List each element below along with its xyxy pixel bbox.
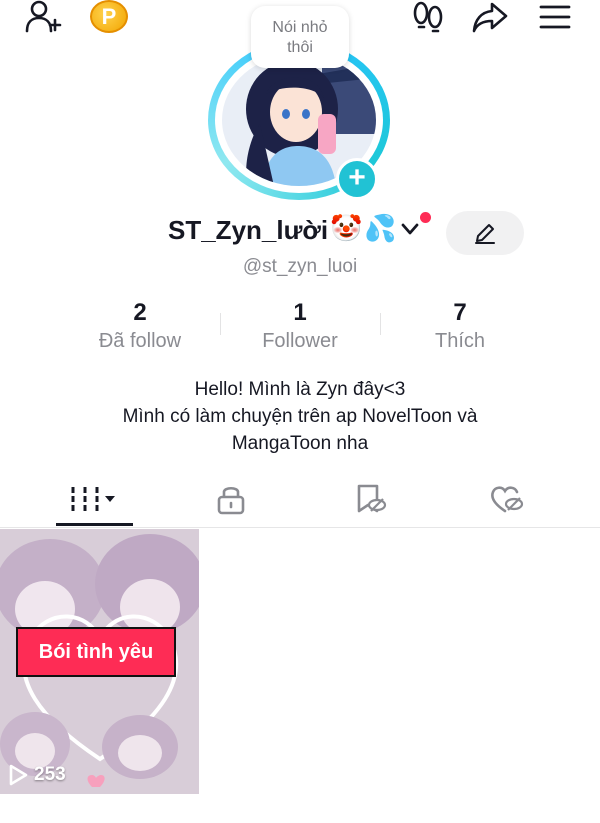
divider	[380, 313, 381, 335]
bookmark-hidden-icon	[357, 484, 387, 512]
stat-following-label: Đã follow	[98, 330, 182, 352]
bio-line-2: Mình có làm chuyện trên ap NovelToon và	[122, 406, 478, 427]
stat-followers-count: 1	[293, 299, 307, 326]
stat-likes-count: 7	[453, 299, 467, 326]
stat-following-count: 2	[133, 299, 147, 326]
note-line-1: Nói nhỏ	[272, 19, 328, 36]
stat-followers[interactable]: 1 Follower	[220, 298, 380, 358]
pencil-icon	[475, 224, 495, 244]
note-line-2: thôi	[287, 39, 313, 56]
add-story-button[interactable]: +	[336, 158, 378, 200]
tab-favorites[interactable]	[296, 470, 446, 527]
divider	[220, 313, 221, 335]
user-handle: @st_zyn_luoi	[242, 256, 358, 277]
stat-likes[interactable]: 7 Thích	[380, 298, 540, 358]
edit-profile-button[interactable]	[446, 211, 524, 255]
username: ST_Zyn_lười	[168, 215, 329, 245]
bio-line-1: Hello! Mình là Zyn đây<3	[194, 379, 406, 400]
clown-emoji-icon: 🤡	[330, 213, 363, 243]
video-views: 253	[8, 764, 66, 786]
active-tab-indicator	[56, 523, 133, 526]
lock-icon	[217, 486, 245, 514]
bio: Hello! Mình là Zyn đây<3 Mình có làm chu…	[0, 376, 600, 457]
stat-followers-label: Follower	[262, 330, 338, 352]
add-friend-icon[interactable]	[24, 0, 64, 34]
share-icon[interactable]	[470, 0, 510, 34]
view-count: 253	[34, 764, 66, 785]
video-caption-banner: Bói tình yêu	[16, 627, 176, 677]
grid-icon	[71, 486, 115, 511]
note-bubble[interactable]: Nói nhỏ thôi	[251, 6, 349, 68]
notification-dot	[420, 212, 431, 223]
footprints-icon[interactable]	[408, 0, 448, 34]
chevron-down-icon[interactable]	[400, 221, 420, 242]
content-tabs	[0, 470, 600, 528]
tab-private[interactable]	[156, 470, 306, 527]
sweat-droplets-emoji-icon: 💦	[364, 213, 397, 243]
menu-icon[interactable]	[535, 0, 575, 34]
stat-following[interactable]: 2 Đã follow	[60, 298, 220, 358]
heart-hidden-icon	[491, 485, 524, 512]
stat-likes-label: Thích	[434, 330, 486, 352]
name-row: ST_Zyn_lười 🤡 💦	[0, 211, 600, 255]
tab-liked[interactable]	[432, 470, 582, 527]
bio-line-3: MangaToon nha	[231, 433, 369, 454]
play-icon	[9, 764, 28, 786]
coin-icon[interactable]: P	[90, 0, 128, 33]
profile-stats: 2 Đã follow 1 Follower 7 Thích	[60, 298, 540, 358]
tab-videos[interactable]	[20, 470, 170, 527]
